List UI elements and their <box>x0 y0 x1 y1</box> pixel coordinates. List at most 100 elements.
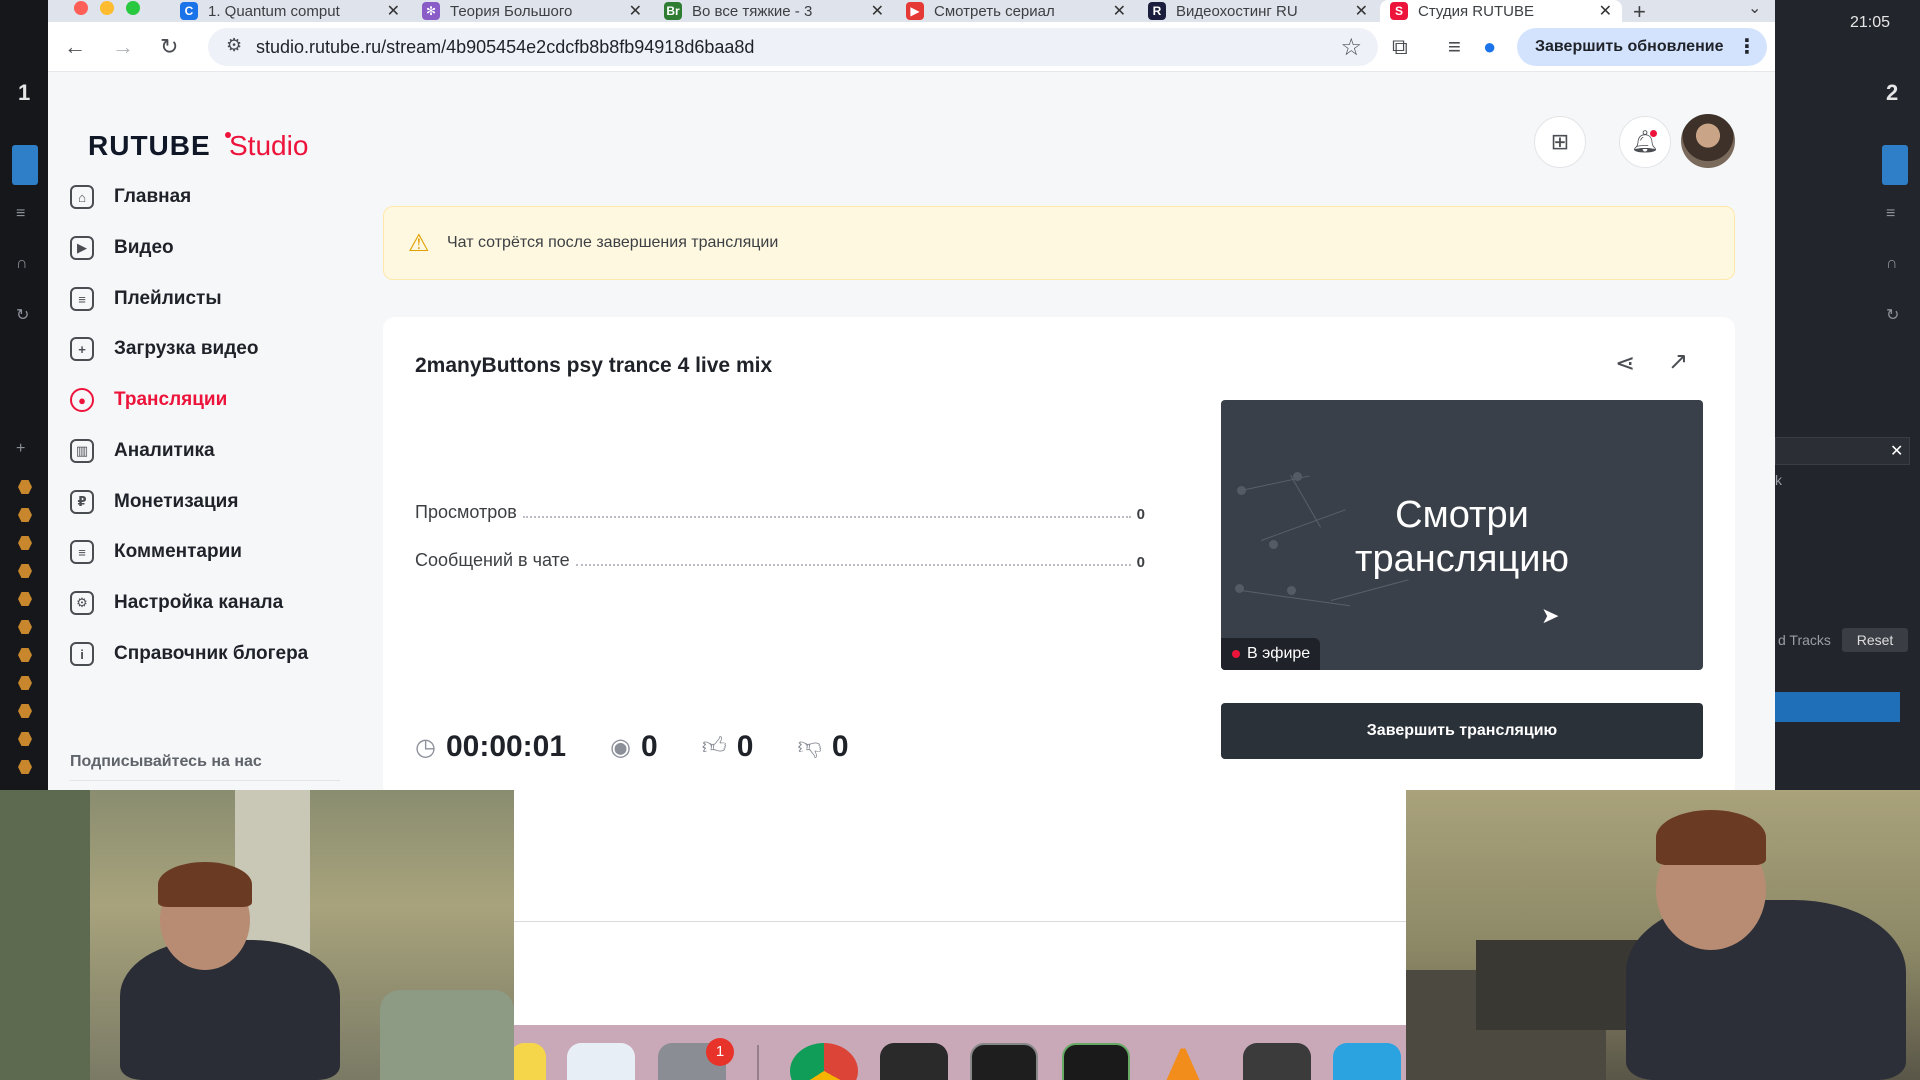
site-settings-icon[interactable]: ⚙ <box>226 35 242 56</box>
profile-icon[interactable]: ● <box>1483 34 1496 60</box>
back-icon[interactable]: ← <box>64 34 86 60</box>
dj-headphones-icon-left[interactable]: ∩ <box>16 255 28 273</box>
dj-headphones-icon-right[interactable]: ∩ <box>1886 255 1898 273</box>
tab-serial[interactable]: ▶ Смотреть сериал ✕ <box>896 0 1136 22</box>
sidebar-item-home[interactable]: ⌂ Главная <box>70 182 191 212</box>
stream-preview[interactable]: Смотри трансляцию ➤ В эфире <box>1221 400 1703 670</box>
close-tab-icon[interactable]: ✕ <box>629 1 642 21</box>
sidebar-item-comments[interactable]: ≡ Комментарии <box>70 537 242 567</box>
share-icon[interactable]: ⋖ <box>1615 349 1635 378</box>
tab-rutube[interactable]: R Видеохостинг RU ✕ <box>1138 0 1378 22</box>
alert-text: Чат сотрётся после завершения трансляции <box>447 234 779 251</box>
sidebar-divider <box>70 780 340 781</box>
stat-views: Просмотров 0 <box>415 499 1145 523</box>
telegram-app-icon[interactable] <box>1333 1043 1401 1080</box>
minimize-window-icon[interactable] <box>100 1 114 15</box>
bookmark-star-icon[interactable]: ☆ <box>1340 33 1362 62</box>
likes-metric: 👍︎ 0 <box>702 730 754 764</box>
terminal-app-icon[interactable] <box>970 1043 1038 1080</box>
sidebar-item-playlists[interactable]: ≡ Плейлисты <box>70 284 222 314</box>
preview-decor-node <box>1293 472 1302 481</box>
clock-icon: ◷ <box>415 733 436 761</box>
webcam-left <box>0 790 514 1080</box>
logo-brand[interactable]: RUTUBE <box>88 130 211 162</box>
close-tab-icon[interactable]: ✕ <box>1355 1 1368 21</box>
dj-deck-button-right[interactable] <box>1882 145 1908 185</box>
sidebar-item-blogger-guide[interactable]: i Справочник блогера <box>70 639 308 669</box>
notes-app-icon[interactable] <box>510 1043 546 1080</box>
dj-close-icon[interactable]: ✕ <box>1890 441 1903 461</box>
cam-person-cap <box>158 862 252 907</box>
more-menu-icon[interactable]: ⋮ <box>1737 28 1757 66</box>
activity-monitor-icon[interactable] <box>1062 1043 1130 1080</box>
preview-text-line1: Смотри <box>1395 494 1529 536</box>
sublime-app-icon[interactable] <box>1243 1043 1311 1080</box>
dj-selected-track[interactable] <box>1775 692 1900 722</box>
sidebar-item-broadcasts[interactable]: ● Трансляции <box>70 385 227 415</box>
close-tab-icon[interactable]: ✕ <box>871 1 884 21</box>
tab-big-bang[interactable]: ✻ Теория Большого ✕ <box>412 0 652 22</box>
open-external-icon[interactable]: ↗ <box>1668 347 1688 376</box>
thumbs-up-icon: 👍︎ <box>701 733 727 760</box>
live-badge: В эфире <box>1221 638 1321 670</box>
close-tab-icon[interactable]: ✕ <box>1113 1 1126 21</box>
plus-square-icon: ⊞ <box>1550 129 1570 154</box>
tab-search-chevron-icon[interactable]: ⌄ <box>1748 0 1761 18</box>
logo-studio[interactable]: Studio <box>229 130 308 162</box>
sidebar-item-upload[interactable]: + Загрузка видео <box>70 334 258 364</box>
sidebar-item-label: Главная <box>114 186 192 207</box>
url-text[interactable]: studio.rutube.ru/stream/4b905454e2cdcfb8… <box>256 37 754 58</box>
dj-reset-button[interactable]: Reset <box>1842 628 1908 652</box>
freeform-app-icon[interactable] <box>567 1043 635 1080</box>
maximize-window-icon[interactable] <box>126 1 140 15</box>
tab-breaking-bad[interactable]: Br Во все тяжкие - 3 ✕ <box>654 0 894 22</box>
close-window-icon[interactable] <box>74 1 88 15</box>
address-bar[interactable]: ⚙ studio.rutube.ru/stream/4b905454e2cdcf… <box>208 28 1378 66</box>
tab-title: Теория Большого <box>450 2 573 20</box>
dj-sync-icon-left[interactable]: ↻ <box>16 305 29 325</box>
cam-couch <box>380 990 514 1080</box>
tab-title: Во все тяжкие - 3 <box>692 2 813 20</box>
end-stream-button[interactable]: Завершить трансляцию <box>1221 703 1703 759</box>
avatar[interactable] <box>1681 114 1735 168</box>
tab-title: 1. Quantum comput <box>208 2 340 20</box>
webcam-right <box>1406 790 1920 1080</box>
thumbs-down-icon: 👎︎ <box>797 733 822 760</box>
tab-quantum[interactable]: C 1. Quantum comput ✕ <box>170 0 410 22</box>
close-tab-icon[interactable]: ✕ <box>387 1 400 21</box>
extensions-icon[interactable]: ⧉ <box>1392 34 1408 60</box>
dock-separator <box>757 1045 759 1080</box>
tab-title: Видеохостинг RU <box>1176 2 1298 20</box>
dj-sync-icon-right[interactable]: ↻ <box>1886 305 1899 325</box>
warning-icon: ⚠ <box>408 230 430 257</box>
system-clock: 21:05 <box>1850 14 1891 31</box>
dj-menu-icon-right[interactable]: ≡ <box>1886 205 1895 223</box>
sidebar-item-analytics[interactable]: ▥ Аналитика <box>70 436 215 466</box>
chat-warning-alert: ⚠ Чат сотрётся после завершения трансляц… <box>383 206 1735 280</box>
broadcast-icon: ● <box>70 388 94 412</box>
reload-icon[interactable]: ↻ <box>160 34 178 60</box>
sidebar-item-video[interactable]: ▶ Видео <box>70 233 174 263</box>
tab-rutube-studio[interactable]: S Студия RUTUBE ✕ <box>1380 0 1622 22</box>
browser-toolbar: ← → ↻ ⚙ studio.rutube.ru/stream/4b905454… <box>48 22 1775 72</box>
finish-update-button[interactable]: Завершить обновление ⋮ <box>1517 28 1767 66</box>
sidebar-item-channel-settings[interactable]: ⚙ Настройка канала <box>70 588 283 618</box>
preview-decor-node <box>1235 584 1244 593</box>
media-controls-icon[interactable]: ≡ <box>1448 34 1461 60</box>
stat-chat-messages: Сообщений в чате 0 <box>415 547 1145 571</box>
close-tab-icon[interactable]: ✕ <box>1599 1 1612 21</box>
tab-favicon-icon: Br <box>664 2 682 20</box>
forward-icon[interactable]: → <box>112 34 134 60</box>
dj-menu-icon-left[interactable]: ≡ <box>16 205 25 223</box>
dj-deck-button-left[interactable] <box>12 145 38 185</box>
notifications-button[interactable]: 🔔︎ <box>1619 116 1671 168</box>
dj-add-icon-left[interactable]: + <box>16 440 25 458</box>
sidebar-item-monetization[interactable]: ₽ Монетизация <box>70 487 238 517</box>
ruble-icon: ₽ <box>70 490 94 514</box>
browser-window: C 1. Quantum comput ✕ ✻ Теория Большого … <box>48 0 1775 797</box>
piano-app-icon[interactable] <box>880 1043 948 1080</box>
add-content-button[interactable]: ⊞ <box>1534 116 1586 168</box>
stat-label: Просмотров <box>415 502 517 522</box>
divider-line <box>514 921 1406 922</box>
live-label: В эфире <box>1247 645 1311 662</box>
